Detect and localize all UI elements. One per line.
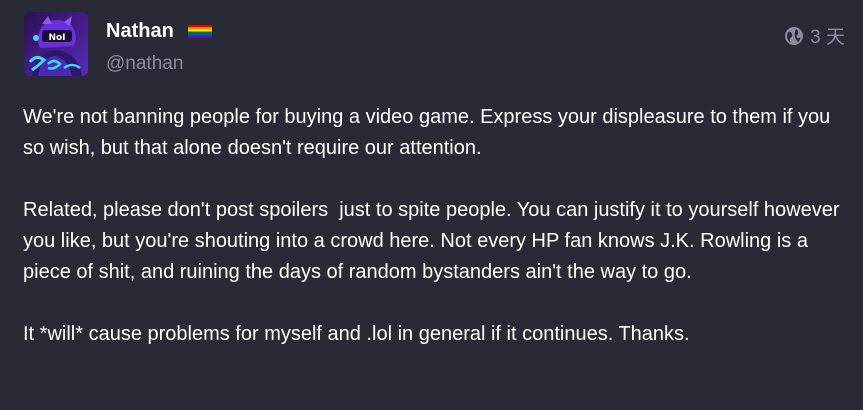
globe-icon xyxy=(785,26,804,45)
avatar-image: NoI xyxy=(24,12,88,76)
content-paragraph: We're not banning people for buying a vi… xyxy=(23,106,836,159)
avatar[interactable]: NoI xyxy=(24,12,88,76)
rainbow-pride-flag-icon xyxy=(188,25,212,38)
relative-time: 3 天 xyxy=(810,27,845,48)
svg-text:NoI: NoI xyxy=(48,33,65,43)
status-content: We're not banning people for buying a vi… xyxy=(23,102,843,350)
content-paragraph: It *will* cause problems for myself and … xyxy=(23,323,690,345)
content-paragraph: Related, please don't post spoilers just… xyxy=(23,199,846,283)
status-card: NoI Nathan @nathan 3 天 We're not banning… xyxy=(0,0,863,410)
display-name[interactable]: Nathan xyxy=(106,19,174,43)
status-timestamp-link[interactable]: 3 天 xyxy=(784,22,845,49)
account-handle[interactable]: @nathan xyxy=(106,53,183,75)
